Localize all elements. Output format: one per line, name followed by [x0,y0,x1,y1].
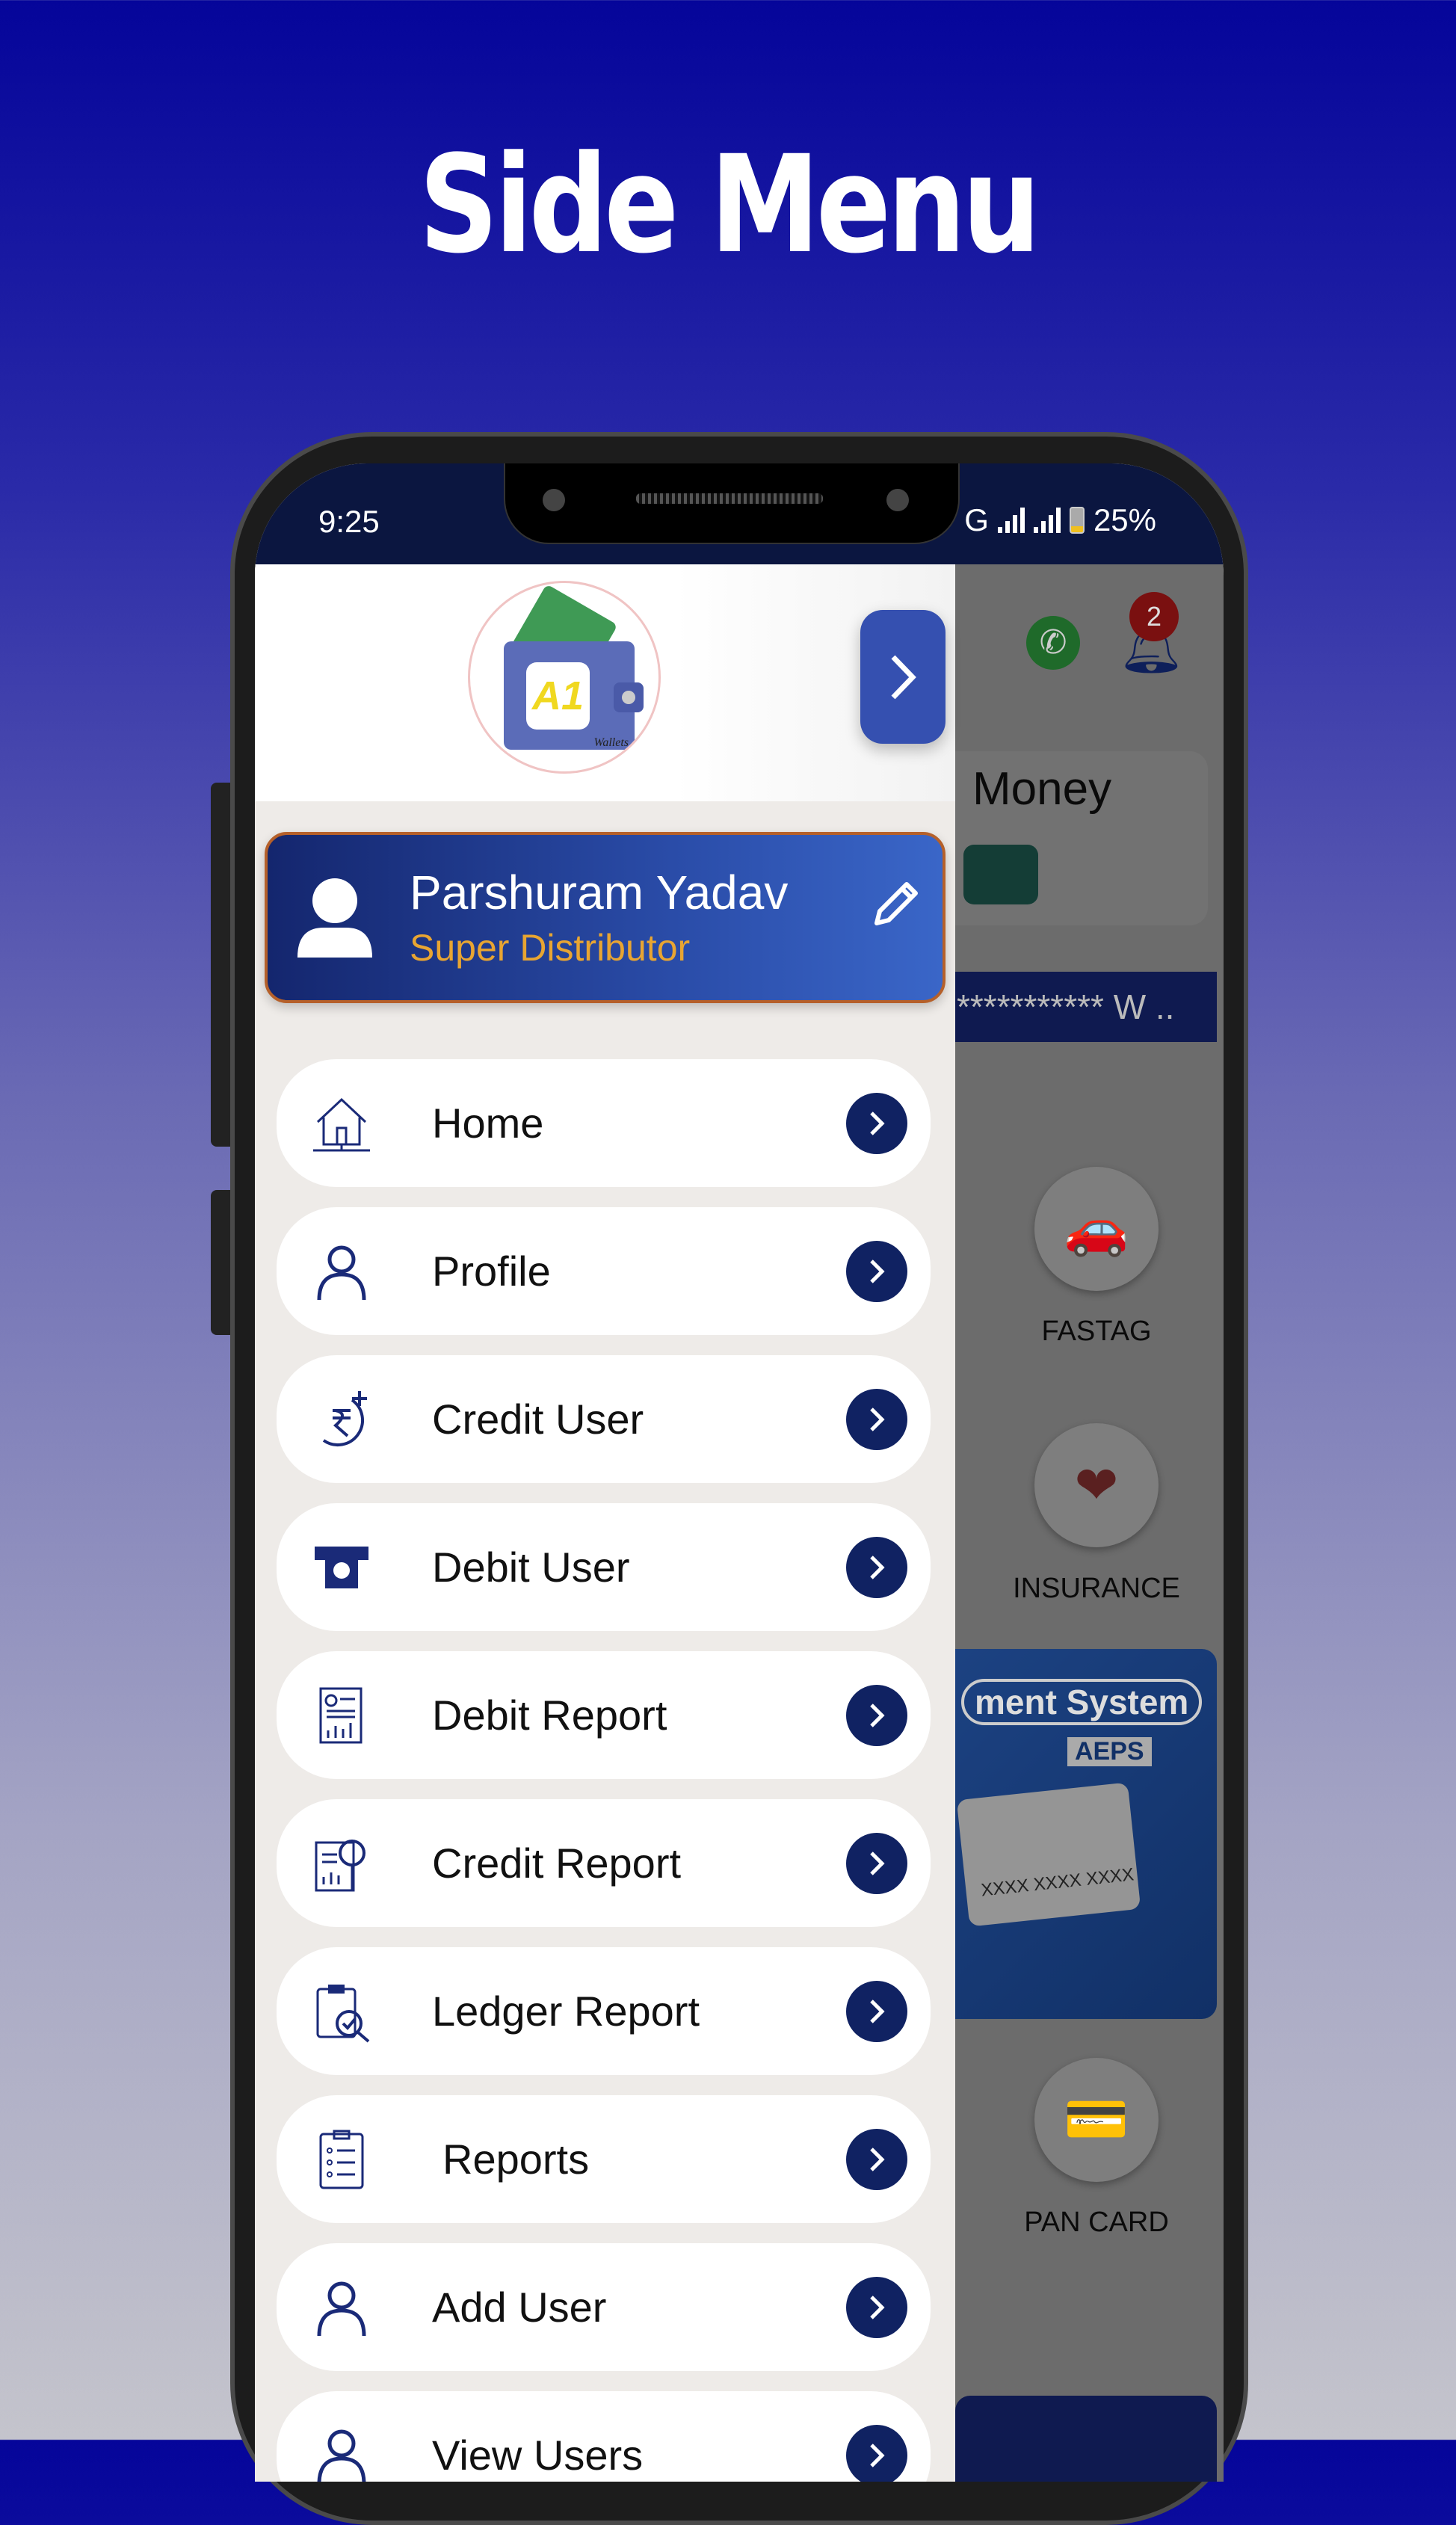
card-number: XXXX XXXX XXXX [980,1864,1135,1901]
menu-item-home[interactable]: Home [277,1059,931,1187]
menu-item-reports[interactable]: Reports [277,2095,931,2223]
chevron-right-icon[interactable] [846,1537,907,1598]
status-time: 9:25 [318,504,380,539]
chevron-right-icon[interactable] [846,1685,907,1746]
page-title: Side Menu [419,127,1041,283]
wallet-icon [963,845,1038,904]
speaker [636,493,823,504]
profile-role: Super Distributor [410,927,691,969]
chevron-right-icon[interactable] [846,1833,907,1894]
logo-brand: Wallets [593,736,629,749]
bottom-nav [955,2396,1217,2482]
pencil-icon[interactable] [869,878,922,931]
service-label: INSURANCE [1013,1573,1180,1604]
fastag-icon[interactable]: 🚗 [1034,1167,1159,1291]
wallet-graphic: A1 Wallets [504,641,644,750]
service-label: PAN CARD [1024,2207,1169,2238]
menu-item-label: Credit Report [432,1840,682,1887]
menu-item-view-users[interactable]: View Users [277,2391,931,2482]
chevron-right-icon[interactable] [846,2277,907,2338]
notification-badge: 2 [1129,592,1179,641]
chevron-right-icon[interactable] [846,2129,907,2190]
masked-balance: *********** W .. [955,972,1217,1042]
report-chart-icon [319,1687,363,1744]
menu-item-label: Reports [442,2136,590,2183]
battery-icon [1069,507,1085,534]
menu-item-label: Ledger Report [432,1988,700,2035]
menu-item-label: Home [432,1100,544,1147]
menu-item-label: Debit Report [432,1692,667,1739]
camera [543,489,565,511]
camera-notch [504,463,960,544]
checklist-icon [319,2130,364,2189]
user-icon [317,2281,366,2337]
signal-icon [1033,508,1061,533]
chevron-right-icon[interactable] [846,1093,907,1154]
menu-item-label: Add User [432,2284,607,2331]
menu-item-credit-user[interactable]: Credit User [277,1355,931,1483]
logo-text: A1 [526,662,590,730]
side-drawer: A1 Wallets Parshuram Yadav Super Distrib… [255,564,955,2482]
banner-tag: AEPS [1067,1737,1152,1766]
menu-item-credit-report[interactable]: Credit Report [277,1799,931,1927]
drawer-toggle-button[interactable] [860,610,946,744]
phone-screen: ✆ 🔔︎ 2 Money *********** W .. 🚗 FASTAG ❤… [255,463,1224,2482]
menu-item-label: Credit User [432,1396,644,1443]
app-logo: A1 Wallets [468,581,661,774]
menu-item-ledger-report[interactable]: Ledger Report [277,1947,931,2075]
banner-title: ment System [961,1679,1203,1725]
sensor [886,489,909,511]
user-icon [317,2429,366,2482]
status-bar: 9:25 G 25% [255,463,1224,564]
menu-item-label: Debit User [432,1544,630,1591]
menu-item-debit-report[interactable]: Debit Report [277,1651,931,1779]
chevron-right-icon[interactable] [846,1981,907,2042]
wallet-clasp [614,682,644,712]
menu-item-label: View Users [432,2432,644,2479]
aeps-banner[interactable]: ment System AEPS XXXX XXXX XXXX [955,1649,1217,2019]
chevron-right-icon [891,655,916,699]
whatsapp-icon[interactable]: ✆ [1026,616,1080,670]
rupee-add-icon [322,1391,367,1446]
aadhaar-card-image: XXXX XXXX XXXX [956,1782,1141,1927]
signal-icon [997,508,1025,533]
chevron-right-icon[interactable] [846,1241,907,1302]
chevron-right-icon[interactable] [846,1389,907,1450]
profile-card[interactable]: Parshuram Yadav Super Distributor [265,832,946,1003]
avatar-icon [297,878,372,958]
home-icon [313,1097,370,1152]
menu-item-label: Profile [432,1248,551,1295]
chevron-right-icon[interactable] [846,2425,907,2482]
network-type: G [964,502,989,537]
menu-item-profile[interactable]: Profile [277,1207,931,1335]
service-label: FASTAG [1041,1316,1152,1347]
profile-name: Parshuram Yadav [410,866,789,919]
report-search-icon [315,1840,365,1892]
user-icon [317,1245,366,1301]
drawer-header: A1 Wallets [255,564,955,801]
money-label: Money [972,763,1112,815]
pan-card-icon[interactable]: 💳 [1034,2058,1159,2182]
battery-level: 25% [1093,502,1156,537]
atm-icon [315,1547,368,1588]
menu-item-debit-user[interactable]: Debit User [277,1503,931,1631]
clipboard-check-icon [316,1985,370,2043]
menu-item-add-user[interactable]: Add User [277,2243,931,2371]
insurance-icon[interactable]: ❤ [1034,1423,1159,1547]
